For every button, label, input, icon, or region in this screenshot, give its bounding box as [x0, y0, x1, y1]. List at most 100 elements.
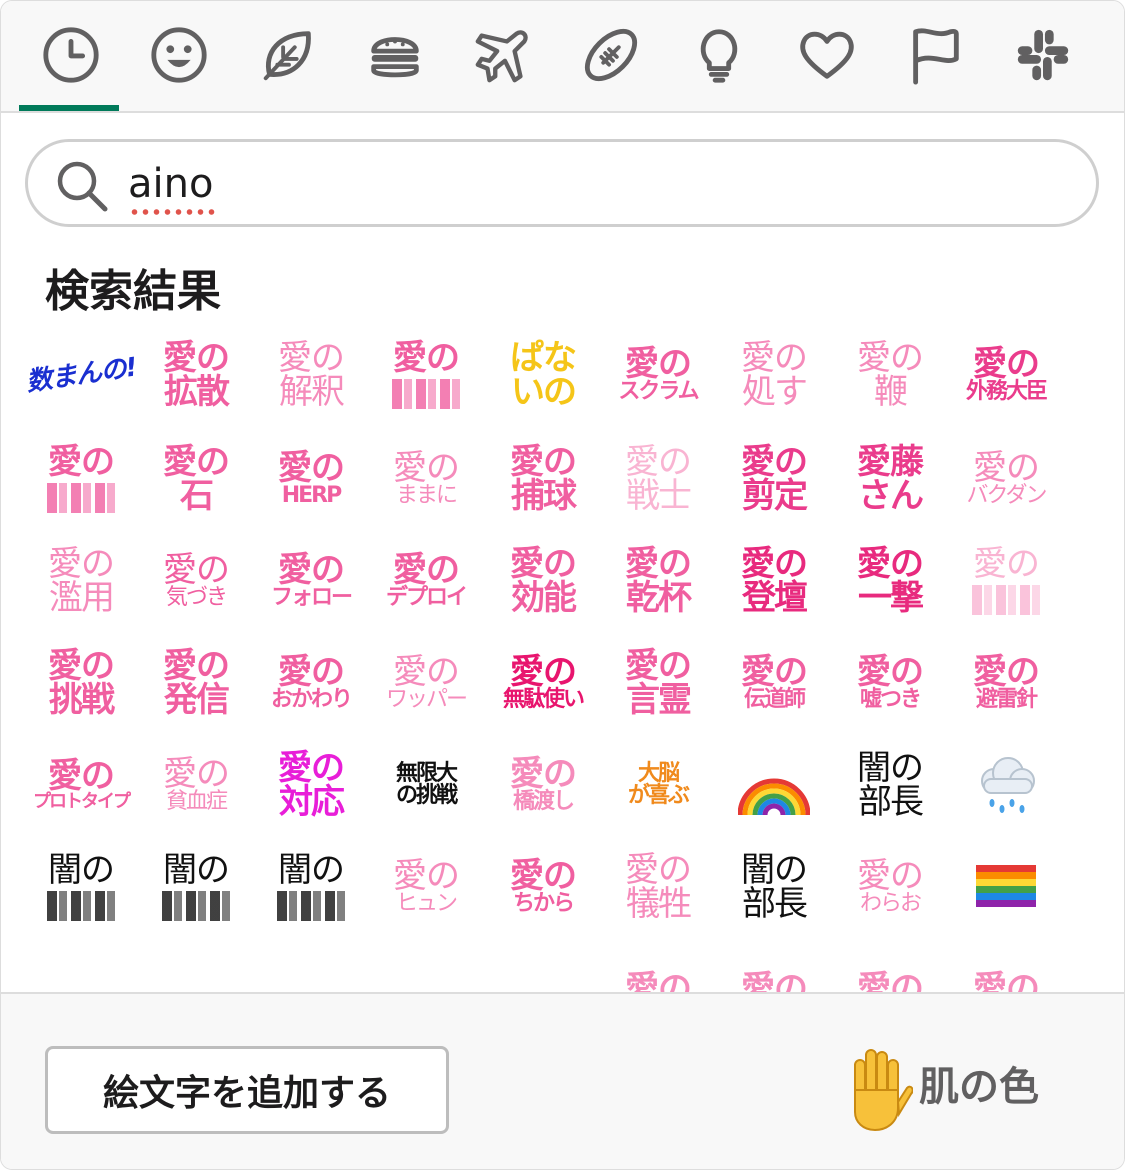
custom-emoji[interactable]: 闇の — [156, 843, 236, 931]
custom-emoji[interactable]: 愛の 拡散 — [156, 331, 236, 419]
psychedelic-emoji[interactable] — [41, 945, 121, 992]
emoji-text: 避雷針 — [975, 687, 1038, 712]
emoji-text: 愛の — [973, 652, 1040, 692]
custom-emoji[interactable]: 愛の 捕球 — [503, 435, 583, 523]
add-emoji-button[interactable]: 絵文字を追加する — [45, 1046, 449, 1134]
tab-activity[interactable] — [571, 19, 651, 91]
emoji-text: 愛の — [741, 969, 808, 992]
custom-emoji[interactable]: 愛の 伝道師 — [734, 639, 814, 727]
custom-emoji[interactable]: 愛の 一撃 — [850, 537, 930, 625]
custom-emoji[interactable]: 愛の — [850, 945, 930, 992]
tab-nature[interactable] — [247, 19, 327, 91]
emoji-text: 部長 — [858, 782, 924, 822]
search-input[interactable] — [128, 154, 1028, 214]
custom-emoji[interactable]: 愛の 外務大臣 — [966, 331, 1048, 419]
emoji-text: 愛の — [973, 448, 1040, 488]
tab-custom[interactable] — [1003, 19, 1083, 91]
custom-emoji[interactable]: 闇の 部長 — [850, 741, 930, 829]
custom-emoji[interactable]: 愛の 剪定 — [734, 435, 814, 523]
custom-emoji[interactable]: 愛の 無駄使い — [503, 639, 585, 727]
custom-emoji[interactable]: 愛の 橋渡し — [503, 741, 583, 829]
custom-emoji[interactable]: 愛の バクダン — [966, 435, 1047, 523]
emoji-text: が喜ぶ — [627, 783, 690, 808]
custom-emoji[interactable]: 愛の — [41, 435, 121, 523]
custom-emoji[interactable]: 愛の 対応 — [271, 741, 351, 829]
custom-emoji[interactable]: 愛の石 — [156, 435, 236, 523]
emoji-search-box[interactable] — [25, 139, 1099, 227]
tab-smileys[interactable] — [139, 19, 219, 91]
skin-tone-button[interactable]: 肌の色 — [841, 1046, 1071, 1136]
custom-emoji[interactable]: 数まんの! — [24, 331, 138, 419]
magenta-bars-emoji[interactable] — [156, 945, 236, 992]
custom-emoji[interactable]: 愛の 言霊 — [618, 639, 698, 727]
custom-emoji[interactable]: 愛藤 さん — [850, 435, 930, 523]
emoji-text: 愛の — [163, 646, 230, 686]
custom-emoji[interactable]: 愛の 濫用 — [41, 537, 121, 625]
custom-emoji[interactable]: 愛の — [386, 331, 466, 419]
custom-emoji[interactable]: 愛の 犠牲 — [618, 843, 698, 931]
custom-emoji[interactable]: 大脳 が喜ぶ — [618, 741, 698, 829]
rainbow-emoji[interactable] — [734, 741, 814, 829]
custom-emoji[interactable]: 愛の ワッパー — [386, 639, 468, 727]
custom-emoji[interactable]: 愛の スクラム — [618, 331, 699, 419]
custom-emoji[interactable]: 愛の プロトタイプ — [33, 741, 131, 829]
custom-emoji[interactable]: 愛の 避雷針 — [966, 639, 1046, 727]
custom-emoji[interactable]: 愛の 発信 — [156, 639, 236, 727]
custom-emoji[interactable]: 愛の デプロイ — [386, 537, 468, 625]
custom-emoji[interactable]: 愛の 貧血症 — [156, 741, 236, 829]
custom-emoji[interactable]: 闇の — [271, 843, 351, 931]
custom-emoji[interactable]: 愛の鞭 — [850, 331, 930, 419]
rainbow-flag-emoji[interactable] — [966, 843, 1046, 931]
tab-food[interactable] — [355, 19, 435, 91]
tab-flags[interactable] — [895, 19, 975, 91]
yellow-box-emoji[interactable] — [503, 945, 583, 992]
clock-icon — [43, 27, 99, 83]
emoji-text: 無駄使い — [503, 687, 585, 712]
custom-emoji[interactable]: 愛の 解釈 — [271, 331, 351, 419]
rain-cloud-emoji[interactable] — [966, 741, 1046, 829]
custom-emoji[interactable]: 愛の 登壇 — [734, 537, 814, 625]
custom-emoji[interactable]: 愛の HERP — [271, 435, 351, 523]
skin-tone-label: 肌の色 — [919, 1064, 1039, 1110]
emoji-text: 愛の — [973, 544, 1040, 584]
custom-emoji[interactable]: 愛の 乾杯 — [618, 537, 698, 625]
custom-emoji[interactable]: 愛の ままに — [386, 435, 466, 523]
blue-creature-emoji[interactable] — [386, 945, 466, 992]
custom-emoji[interactable]: 愛の フォロー — [271, 537, 353, 625]
custom-emoji[interactable]: 愛の 効能 — [503, 537, 583, 625]
custom-emoji[interactable]: 愛の 戦士 — [618, 435, 698, 523]
custom-emoji[interactable]: 愛の 処す — [734, 331, 814, 419]
custom-emoji[interactable]: 闇の 部長 — [734, 843, 814, 931]
custom-emoji[interactable]: 愛の 挑戦 — [41, 639, 121, 727]
custom-emoji[interactable]: 無限大 の挑戦 — [386, 741, 466, 829]
rain-cloud-emoji-art — [981, 757, 1035, 813]
tab-recent[interactable] — [31, 19, 111, 91]
emoji-text: の挑戦 — [395, 783, 458, 808]
emoji-text: 数まんの! — [24, 352, 138, 398]
tab-objects[interactable] — [679, 19, 759, 91]
custom-emoji[interactable]: 愛の — [734, 945, 814, 992]
custom-emoji[interactable]: 愛の — [966, 537, 1046, 625]
custom-emoji[interactable]: 愛の わらお — [850, 843, 930, 931]
emoji-text: プロトタイプ — [33, 791, 131, 812]
emoji-text: 愛の — [278, 748, 345, 788]
emoji-text: 愛の — [741, 652, 808, 692]
tab-symbols[interactable] — [787, 19, 867, 91]
emoji-text: おかわり — [271, 687, 353, 712]
custom-emoji[interactable]: 愛の おかわり — [271, 639, 353, 727]
custom-emoji[interactable]: 愛の 気づき — [156, 537, 236, 625]
emoji-text: さん — [858, 476, 924, 516]
active-tab-indicator — [19, 105, 119, 111]
custom-emoji[interactable]: 愛の ちから — [503, 843, 583, 931]
custom-emoji[interactable]: 愛の 嘘つき — [850, 639, 930, 727]
emoji-text: 愛の — [393, 856, 460, 896]
custom-emoji[interactable]: 愛の — [966, 945, 1046, 992]
orange-dot-emoji[interactable] — [271, 945, 351, 992]
custom-emoji[interactable]: 闇の — [41, 843, 121, 931]
tab-travel[interactable] — [463, 19, 543, 91]
emoji-text: 乾杯 — [626, 578, 692, 618]
custom-emoji[interactable]: 愛の ヒュン — [386, 843, 466, 931]
custom-emoji[interactable]: ぱな いの — [503, 331, 583, 419]
emoji-text: 愛の — [278, 448, 345, 488]
custom-emoji[interactable]: 愛の — [618, 945, 698, 992]
